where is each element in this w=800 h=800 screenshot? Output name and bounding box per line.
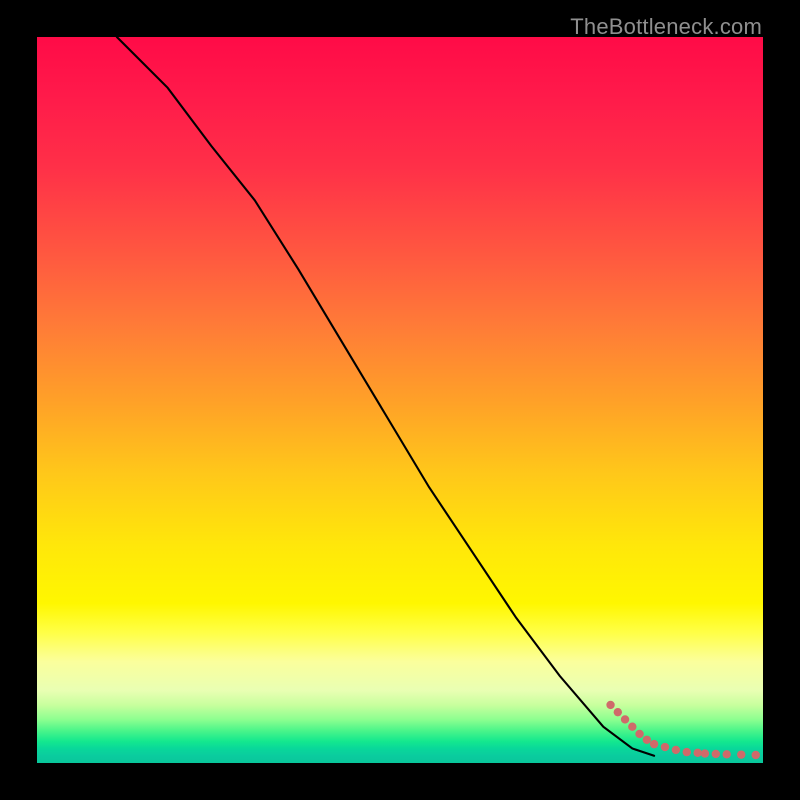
data-point <box>723 750 731 758</box>
chart-frame: TheBottleneck.com <box>0 0 800 800</box>
data-point <box>635 730 643 738</box>
data-point <box>606 701 614 709</box>
data-point <box>621 715 629 723</box>
data-point <box>701 749 709 757</box>
data-point <box>628 723 636 731</box>
data-point <box>737 750 745 758</box>
data-point <box>683 748 691 756</box>
data-point <box>650 740 658 748</box>
data-point <box>643 736 651 744</box>
points-svg <box>37 37 763 763</box>
data-point <box>661 743 669 751</box>
data-point <box>672 746 680 754</box>
plot-area <box>37 37 763 763</box>
data-point <box>693 749 701 757</box>
data-point <box>614 708 622 716</box>
data-point <box>752 751 760 759</box>
data-point <box>712 750 720 758</box>
points-group <box>606 701 760 759</box>
watermark-text: TheBottleneck.com <box>570 14 762 40</box>
